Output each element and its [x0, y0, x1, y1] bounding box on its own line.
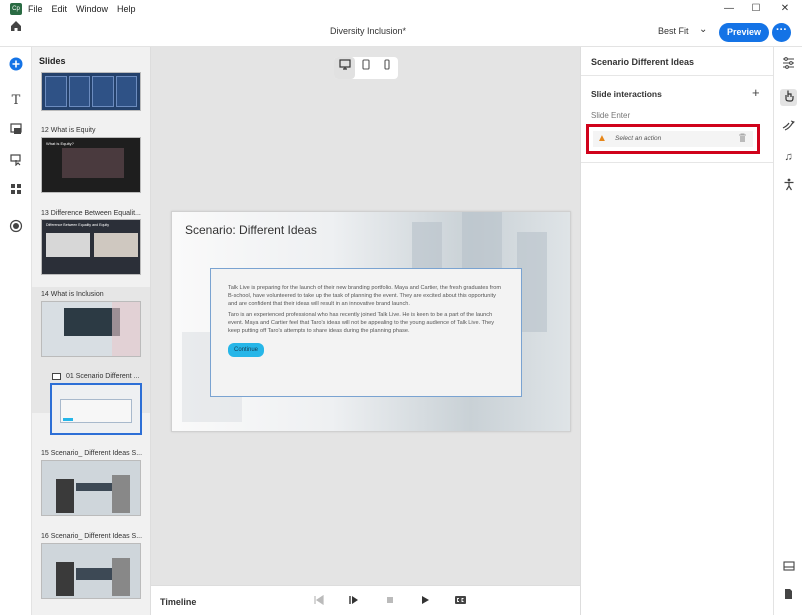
thumb-photo	[112, 302, 140, 356]
slide-label[interactable]: 12 What is Equity	[41, 127, 95, 134]
stop-icon[interactable]	[383, 595, 397, 607]
widgets-icon[interactable]	[8, 182, 24, 198]
step-play-icon[interactable]	[347, 595, 361, 607]
media-icon[interactable]	[8, 122, 24, 138]
close-button[interactable]: ✕	[772, 0, 798, 18]
slide-thumbnail[interactable]	[41, 72, 141, 111]
device-switcher	[334, 57, 398, 79]
thumb-person	[56, 479, 74, 513]
properties-title: Scenario Different Ideas	[591, 57, 695, 67]
slide-interactions-heading: Slide interactions	[591, 89, 662, 99]
slide-thumbnail-selected[interactable]	[50, 383, 142, 435]
thumb-title: What is Equity?	[46, 141, 74, 146]
menu-help[interactable]: Help	[117, 4, 136, 14]
thumb-photo	[62, 148, 124, 178]
scenario-paragraph-2: Taro is an experienced professional who …	[228, 312, 495, 334]
thumb-person	[56, 562, 74, 596]
slide-label[interactable]: 13 Difference Between Equalit...	[41, 210, 141, 217]
continue-button[interactable]: Continue	[228, 343, 265, 357]
content-card[interactable]: Talk Live is preparing for the launch of…	[210, 268, 522, 397]
slide-label[interactable]: 14 What is Inclusion	[41, 291, 104, 298]
action-placeholder[interactable]: Select an action	[615, 135, 661, 142]
thumb-tile	[68, 76, 90, 107]
menu-edit[interactable]: Edit	[52, 4, 68, 14]
divider	[581, 162, 774, 163]
home-icon[interactable]	[8, 19, 24, 35]
trash-icon[interactable]	[738, 133, 747, 145]
sub-slide-icon	[52, 373, 61, 380]
desktop-view-icon[interactable]	[334, 57, 355, 79]
warning-icon: ▲	[597, 133, 607, 144]
thumb-bubble	[76, 483, 116, 491]
thumb-photo	[94, 233, 138, 257]
interaction-touch-icon[interactable]	[780, 89, 797, 106]
slide-thumbnail[interactable]	[41, 460, 141, 516]
properties-sliders-icon[interactable]	[780, 57, 797, 74]
thumb-person	[112, 475, 130, 513]
thumb-tile	[45, 76, 67, 107]
previous-icon[interactable]	[312, 594, 326, 607]
notes-icon[interactable]	[780, 588, 797, 605]
play-icon[interactable]	[418, 595, 432, 607]
maximize-button[interactable]: ☐	[743, 0, 769, 18]
thumb-bubble	[76, 568, 116, 580]
document-title: Diversity Inclusion*	[330, 26, 407, 36]
right-toolbar: ♫	[773, 47, 802, 615]
add-interaction-icon[interactable]: +	[752, 85, 760, 100]
audio-icon[interactable]: ♫	[780, 149, 797, 166]
thumb-tile	[92, 76, 114, 107]
timeline-label[interactable]: Timeline	[160, 597, 196, 607]
thumb-person	[112, 558, 130, 596]
action-highlight: ▲ Select an action	[586, 124, 760, 154]
app-logo: Cp	[10, 3, 22, 15]
left-toolbar: T	[0, 21, 32, 615]
thumb-button	[63, 418, 73, 421]
properties-panel: Scenario Different Ideas Slide interacti…	[580, 47, 774, 615]
text-icon[interactable]: T	[8, 93, 24, 109]
zoom-dropdown[interactable]: Best Fit	[658, 26, 689, 36]
slide-thumbnail[interactable]	[41, 301, 141, 357]
scenario-paragraph-1: Talk Live is preparing for the launch of…	[228, 285, 501, 307]
slide-thumbnail[interactable]: Difference Between Equality and Equity	[41, 219, 141, 275]
menu-window[interactable]: Window	[76, 4, 108, 14]
slide-heading[interactable]: Scenario: Different Ideas	[185, 223, 317, 237]
slides-panel: Slides 12 What is Equity What is Equity?…	[32, 47, 151, 615]
slide-frame: Scenario: Different Ideas Talk Live is p…	[171, 211, 571, 432]
slide-label[interactable]: 15 Scenario_ Different Ideas S...	[41, 450, 142, 457]
trigger-label: Slide Enter	[591, 111, 631, 120]
slide-label[interactable]: 01 Scenario Different ...	[66, 373, 139, 380]
thumb-photo	[46, 233, 90, 257]
record-icon[interactable]	[8, 219, 24, 235]
slide-thumbnail[interactable]	[41, 543, 141, 599]
divider	[581, 75, 774, 76]
thumb-tile	[115, 76, 137, 107]
panel-layout-icon[interactable]	[780, 560, 797, 577]
mobile-view-icon[interactable]	[376, 57, 397, 79]
more-options-button[interactable]: ···	[772, 23, 791, 42]
title-bar: Diversity Inclusion* Best Fit ⌄ Preview …	[0, 18, 802, 47]
slide-label[interactable]: 16 Scenario_ Different Ideas S...	[41, 533, 142, 540]
minimize-button[interactable]: —	[716, 0, 742, 18]
animation-icon[interactable]	[780, 119, 797, 136]
thumb-title: Difference Between Equality and Equity	[46, 223, 110, 227]
closed-caption-icon[interactable]	[453, 595, 467, 607]
interactions-icon[interactable]	[8, 152, 24, 168]
preview-button[interactable]: Preview	[719, 23, 769, 42]
timeline-bar: Timeline	[151, 585, 580, 615]
slides-panel-title: Slides	[39, 56, 66, 66]
action-row[interactable]: ▲ Select an action	[593, 131, 753, 147]
accessibility-icon[interactable]	[780, 178, 797, 195]
slide-canvas-area: Scenario: Different Ideas Talk Live is p…	[151, 47, 580, 585]
slide-thumbnail[interactable]: What is Equity?	[41, 137, 141, 193]
menu-bar: Cp File Edit Window Help — ☐ ✕	[0, 0, 802, 18]
menu-file[interactable]: File	[28, 4, 43, 14]
tablet-view-icon[interactable]	[355, 57, 376, 79]
add-slide-icon[interactable]	[8, 57, 24, 73]
chevron-down-icon[interactable]: ⌄	[699, 24, 707, 35]
